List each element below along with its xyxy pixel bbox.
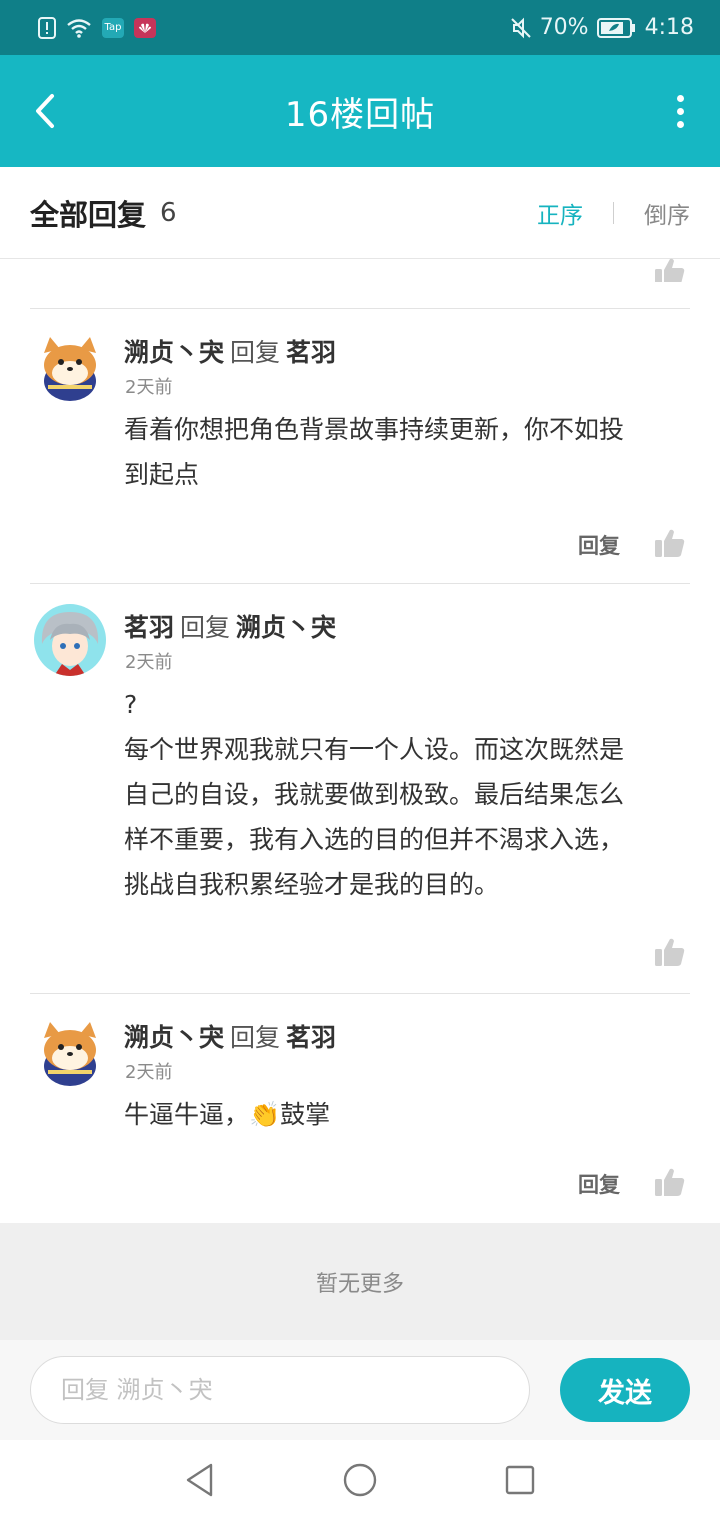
reply-verb: 回复 <box>230 338 281 367</box>
reply-text-line: 到起点 <box>124 460 200 489</box>
reply-input-bar: 发送 <box>0 1340 720 1440</box>
reply-text-line: 每个世界观我就只有一个人设。而这次既然是 <box>124 735 625 764</box>
reply-text-segment: 牛逼牛逼， <box>124 1100 250 1129</box>
reply-text: 牛逼牛逼，👏鼓掌 <box>124 1092 690 1137</box>
wifi-icon <box>66 17 92 39</box>
reply-author[interactable]: 茗羽 <box>124 613 174 642</box>
reply-count: 6 <box>160 197 177 228</box>
reply-text-segment: 鼓掌 <box>280 1100 331 1129</box>
alert-icon <box>38 16 56 39</box>
reply-text-line: 看着你想把角色背景故事持续更新，你不如投 <box>124 415 625 444</box>
shiba-avatar-icon <box>34 331 106 403</box>
huawei-app-icon <box>134 17 156 38</box>
more-menu-button[interactable] <box>670 85 690 137</box>
battery-icon <box>596 17 637 39</box>
sort-bar: 全部回复 6 正序 倒序 <box>0 167 720 259</box>
status-bar: Tap 70% 4:18 <box>0 0 720 55</box>
reply-item: 溯贞丶宊 回复 茗羽 2天前 牛逼牛逼，👏鼓掌 回复 <box>30 993 690 1223</box>
nav-recents-button[interactable] <box>499 1459 541 1501</box>
square-recents-icon <box>505 1465 535 1495</box>
reply-header: 溯贞丶宊 回复 茗羽 <box>124 333 336 369</box>
reply-actions: 回复 <box>578 1166 686 1202</box>
like-button[interactable] <box>654 1166 686 1202</box>
like-button[interactable] <box>654 936 686 972</box>
reply-item: 溯贞丶宊 回复 茗羽 2天前 看着你想把角色背景故事持续更新，你不如投 到起点 回复 <box>30 308 690 583</box>
more-dot-icon <box>676 107 684 115</box>
reply-verb: 回复 <box>180 613 231 642</box>
status-right-icons: 70% 4:18 <box>510 15 694 40</box>
like-button[interactable] <box>654 527 686 563</box>
avatar[interactable] <box>34 1016 106 1088</box>
page-title: 16楼回帖 <box>284 94 436 135</box>
back-button[interactable] <box>22 85 68 137</box>
reply-actions: 回复 <box>578 527 686 563</box>
send-button[interactable]: 发送 <box>560 1358 690 1422</box>
thumbs-up-icon <box>655 1168 685 1196</box>
sort-divider <box>613 201 614 224</box>
reply-time: 2天前 <box>125 377 173 398</box>
sort-options: 正序 倒序 <box>537 196 690 230</box>
reply-button[interactable]: 回复 <box>578 1169 620 1199</box>
reply-text-line: 样不重要，我有入选的目的但并不渴求入选， <box>124 825 625 854</box>
reply-text-line: 挑战自我积累经验才是我的目的。 <box>124 870 500 899</box>
all-replies-title: 全部回复 <box>30 197 147 232</box>
battery-percent: 70% <box>539 15 589 40</box>
reply-text: 看着你想把角色背景故事持续更新，你不如投 到起点 <box>124 407 690 497</box>
thumbs-up-icon <box>655 529 685 557</box>
reply-time: 2天前 <box>125 652 173 673</box>
app-bar: 16楼回帖 <box>0 55 720 167</box>
taptap-app-icon: Tap <box>102 17 124 38</box>
shiba-avatar-icon <box>34 1016 106 1088</box>
reply-text: ? 每个世界观我就只有一个人设。而这次既然是 自己的自设，我就要做到极致。最后结… <box>124 682 690 907</box>
sort-descending-button[interactable]: 倒序 <box>644 196 690 230</box>
reply-target[interactable]: 溯贞丶宊 <box>236 613 336 642</box>
reply-header: 溯贞丶宊 回复 茗羽 <box>124 1018 336 1054</box>
clap-emoji-icon: 👏 <box>249 1100 281 1129</box>
reply-verb: 回复 <box>230 1023 281 1052</box>
reply-button[interactable]: 回复 <box>578 530 620 560</box>
reply-item: 茗羽 回复 溯贞丶宊 2天前 ? 每个世界观我就只有一个人设。而这次既然是 自己的自… <box>30 583 690 993</box>
back-arrow-icon <box>36 94 54 128</box>
reply-actions <box>654 936 686 972</box>
more-dot-icon <box>676 120 684 128</box>
triangle-back-icon <box>186 1463 213 1497</box>
reply-target[interactable]: 茗羽 <box>286 1023 336 1052</box>
reply-header: 茗羽 回复 溯贞丶宊 <box>124 608 336 644</box>
status-left-icons: Tap <box>38 16 156 39</box>
circle-home-icon <box>343 1463 377 1497</box>
thumbs-up-icon <box>655 938 685 966</box>
nav-home-button[interactable] <box>339 1459 381 1501</box>
reply-input[interactable] <box>30 1356 530 1424</box>
sort-ascending-button[interactable]: 正序 <box>537 196 583 230</box>
clock: 4:18 <box>644 15 694 40</box>
no-more-label: 暂无更多 <box>0 1223 720 1340</box>
reply-text-line: ? <box>124 690 138 719</box>
like-button[interactable] <box>654 256 686 282</box>
anime-avatar-icon <box>34 604 106 676</box>
reply-target[interactable]: 茗羽 <box>286 338 336 367</box>
avatar[interactable] <box>34 604 106 676</box>
system-nav-bar <box>0 1440 720 1520</box>
reply-text-line: 自己的自设，我就要做到极致。最后结果怎么 <box>124 780 625 809</box>
avatar[interactable] <box>34 331 106 403</box>
reply-time: 2天前 <box>125 1062 173 1083</box>
mute-icon <box>510 17 532 39</box>
reply-author[interactable]: 溯贞丶宊 <box>124 1023 224 1052</box>
more-dot-icon <box>676 94 684 102</box>
reply-author[interactable]: 溯贞丶宊 <box>124 338 224 367</box>
thumbs-up-icon <box>655 258 685 282</box>
nav-back-button[interactable] <box>179 1459 221 1501</box>
